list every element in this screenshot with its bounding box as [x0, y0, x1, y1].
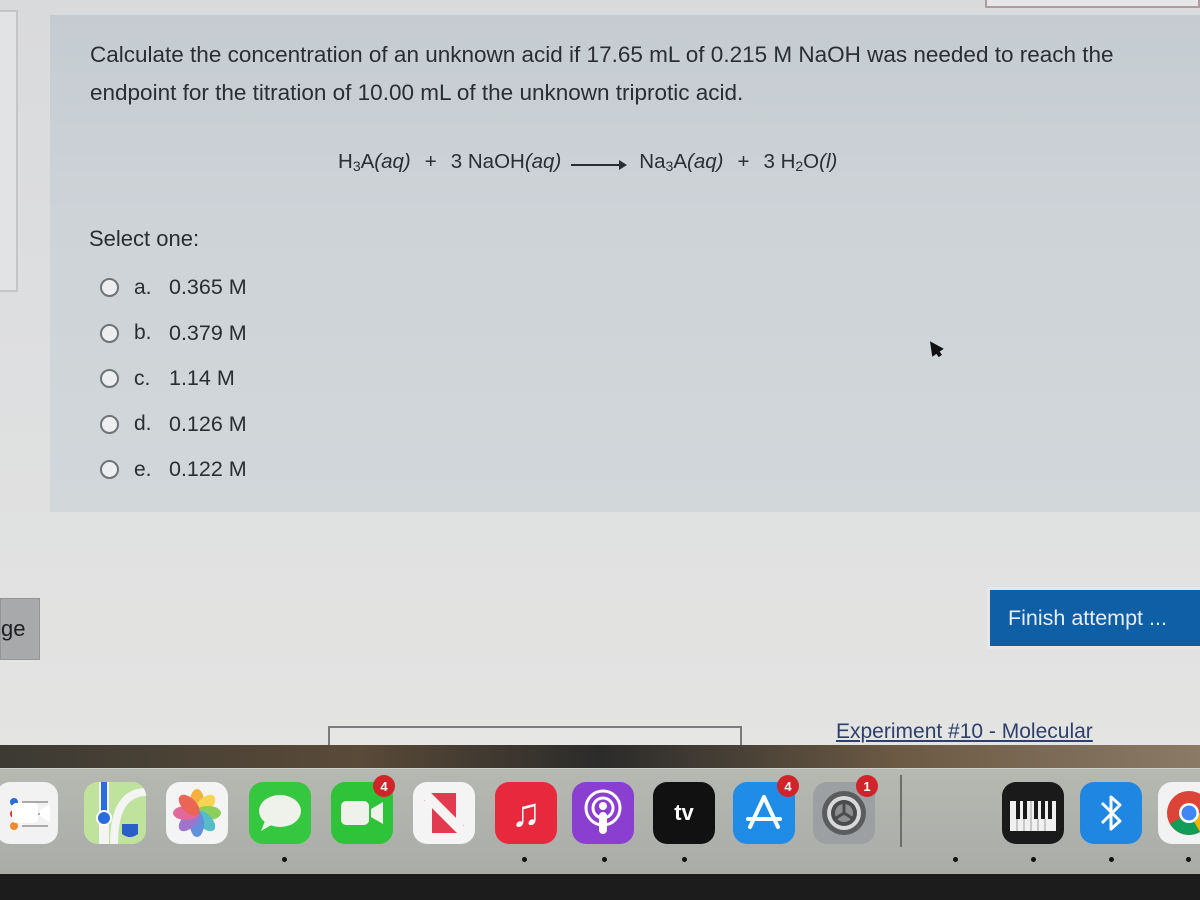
chemical-equation: H3A(aq) + 3 NaOH(aq) Na3A(aq) + 3 H2O(l) — [338, 150, 837, 174]
running-indicator — [1031, 857, 1036, 862]
running-indicator — [522, 857, 527, 862]
option-c[interactable]: c. 1.14 M — [100, 356, 247, 402]
running-indicator — [953, 857, 958, 862]
finish-attempt-button[interactable]: Finish attempt ... — [987, 587, 1200, 649]
option-letter: b. — [134, 321, 152, 345]
option-value[interactable]: 0.122 M — [169, 457, 247, 482]
option-value[interactable]: 0.126 M — [169, 412, 247, 437]
running-indicator — [1186, 857, 1191, 862]
option-letter: a. — [134, 275, 152, 299]
option-d[interactable]: d. 0.126 M — [100, 402, 247, 448]
maps-icon[interactable] — [84, 782, 146, 844]
reactant-acid: H3A(aq) — [338, 150, 411, 174]
left-panel — [0, 10, 18, 292]
appstore-badge: 4 — [777, 775, 799, 797]
reactant-base: 3 NaOH(aq) — [450, 150, 562, 173]
answer-options: a. 0.365 M b. 0.379 M c. 1.14 M d. 0.126… — [100, 265, 247, 493]
running-indicator — [682, 857, 687, 862]
product-water: 3 H2O(l) — [763, 150, 838, 174]
product-salt: Na3A(aq) — [639, 150, 724, 174]
top-right-panel — [985, 0, 1200, 8]
podcasts-icon[interactable] — [572, 782, 634, 844]
option-value[interactable]: 0.365 M — [169, 275, 247, 300]
reaction-arrow-icon — [571, 156, 628, 170]
option-letter: c. — [134, 366, 151, 390]
laptop-bezel — [0, 874, 1200, 900]
previous-page-button[interactable]: ge — [0, 598, 40, 660]
chrome-icon[interactable] — [1158, 782, 1200, 844]
facetime-badge: 4 — [373, 775, 395, 797]
messages-icon[interactable] — [249, 782, 311, 844]
question-text: Calculate the concentration of an unknow… — [90, 42, 1114, 105]
news-icon[interactable] — [413, 782, 475, 844]
option-value[interactable]: 0.379 M — [169, 321, 247, 346]
option-b[interactable]: b. 0.379 M — [100, 311, 247, 357]
select-one-label: Select one: — [89, 226, 200, 251]
system-preferences-badge: 1 — [856, 775, 878, 797]
appletv-label: tv — [674, 800, 694, 825]
option-letter: d. — [134, 412, 152, 436]
bluetooth-icon[interactable] — [1080, 782, 1142, 844]
radio-button[interactable] — [100, 278, 119, 298]
option-letter: e. — [134, 457, 152, 481]
next-activity-link[interactable]: Experiment #10 - Molecular — [836, 720, 1093, 744]
option-value[interactable]: 1.14 M — [169, 366, 235, 391]
music-icon[interactable]: ♫ — [495, 782, 557, 844]
piano-icon[interactable] — [1002, 782, 1064, 844]
radio-button[interactable] — [100, 323, 119, 343]
music-note-icon: ♫ — [511, 791, 541, 835]
option-e[interactable]: e. 0.122 M — [100, 447, 247, 493]
dock-separator — [900, 775, 902, 847]
running-indicator — [602, 857, 607, 862]
radio-button[interactable] — [100, 460, 119, 480]
appletv-icon[interactable]: tv — [653, 782, 715, 844]
plus-sign: + — [424, 150, 437, 173]
photos-icon[interactable] — [166, 782, 228, 844]
running-indicator — [1109, 857, 1114, 862]
plus-sign: + — [737, 150, 750, 173]
radio-button[interactable] — [100, 414, 119, 434]
running-indicator — [282, 857, 287, 862]
zoom-icon[interactable] — [0, 782, 62, 844]
radio-button[interactable] — [100, 369, 119, 389]
option-a[interactable]: a. 0.365 M — [100, 265, 247, 311]
